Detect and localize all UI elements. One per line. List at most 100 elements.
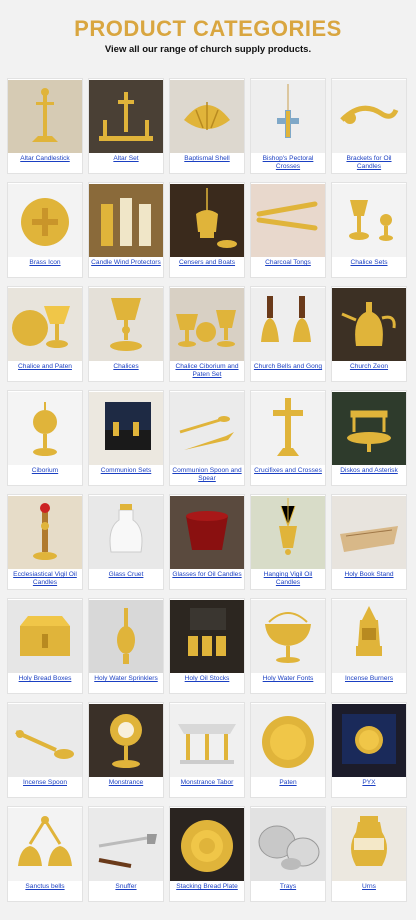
category-card[interactable]: Holy Water Sprinklers — [88, 598, 164, 694]
category-thumbnail[interactable] — [89, 184, 163, 257]
category-thumbnail[interactable] — [8, 704, 82, 777]
category-thumbnail[interactable] — [8, 392, 82, 465]
category-link[interactable]: Chalice Ciborium and Paten Set — [170, 363, 244, 379]
category-card[interactable]: Holy Water Fonts — [250, 598, 326, 694]
category-card[interactable]: Diskos and Asterisk — [331, 390, 407, 486]
category-link[interactable]: Brackets for Oil Candles — [332, 155, 406, 171]
category-link[interactable]: Crucifixes and Crosses — [252, 467, 324, 475]
category-thumbnail[interactable] — [332, 808, 406, 881]
category-link[interactable]: Snuffer — [113, 883, 138, 891]
category-link[interactable]: Paten — [277, 779, 298, 787]
category-card[interactable]: Communion Spoon and Spear — [169, 390, 245, 486]
category-link[interactable]: Church Bells and Gong — [252, 363, 324, 371]
category-thumbnail[interactable] — [8, 288, 82, 361]
category-thumbnail[interactable] — [332, 496, 406, 569]
category-link[interactable]: Holy Bread Boxes — [17, 675, 74, 683]
category-card[interactable]: Chalices — [88, 286, 164, 382]
category-card[interactable]: Ciborium — [7, 390, 83, 486]
category-card[interactable]: Brass Icon — [7, 182, 83, 278]
category-card[interactable]: Trays — [250, 806, 326, 902]
category-card[interactable]: Altar Set — [88, 78, 164, 174]
category-card[interactable]: Crucifixes and Crosses — [250, 390, 326, 486]
category-link[interactable]: Chalices — [111, 363, 140, 371]
category-link[interactable]: Chalice and Paten — [16, 363, 74, 371]
category-link[interactable]: Ecclesiastical Vigil Oil Candles — [8, 571, 82, 587]
category-card[interactable]: Church Bells and Gong — [250, 286, 326, 382]
category-thumbnail[interactable] — [251, 288, 325, 361]
category-thumbnail[interactable] — [89, 600, 163, 673]
category-thumbnail[interactable] — [170, 704, 244, 777]
category-thumbnail[interactable] — [170, 600, 244, 673]
category-card[interactable]: Ecclesiastical Vigil Oil Candles — [7, 494, 83, 590]
category-link[interactable]: Charcoal Tongs — [263, 259, 313, 267]
category-card[interactable]: Church Zeon — [331, 286, 407, 382]
category-thumbnail[interactable] — [332, 392, 406, 465]
category-link[interactable]: Communion Sets — [99, 467, 154, 475]
category-thumbnail[interactable] — [8, 600, 82, 673]
category-card[interactable]: Baptismal Shell — [169, 78, 245, 174]
category-link[interactable]: Holy Water Sprinklers — [92, 675, 160, 683]
category-card[interactable]: Snuffer — [88, 806, 164, 902]
category-link[interactable]: Censers and Boats — [177, 259, 237, 267]
category-card[interactable]: Glasses for Oil Candles — [169, 494, 245, 590]
category-card[interactable]: Hanging Vigil Oil Candles — [250, 494, 326, 590]
category-thumbnail[interactable] — [251, 392, 325, 465]
category-link[interactable]: Trays — [278, 883, 298, 891]
category-thumbnail[interactable] — [8, 496, 82, 569]
category-link[interactable]: Urns — [360, 883, 378, 891]
category-card[interactable]: Candle Wind Protectors — [88, 182, 164, 278]
category-card[interactable]: Communion Sets — [88, 390, 164, 486]
category-thumbnail[interactable] — [89, 80, 163, 153]
category-link[interactable]: PYX — [360, 779, 377, 787]
category-thumbnail[interactable] — [170, 392, 244, 465]
category-thumbnail[interactable] — [332, 600, 406, 673]
category-thumbnail[interactable] — [251, 80, 325, 153]
category-thumbnail[interactable] — [89, 496, 163, 569]
category-thumbnail[interactable] — [170, 288, 244, 361]
category-thumbnail[interactable] — [251, 184, 325, 257]
category-link[interactable]: Glass Cruet — [107, 571, 146, 579]
category-card[interactable]: Monstrance Tabor — [169, 702, 245, 798]
category-link[interactable]: Incense Spoon — [21, 779, 69, 787]
category-link[interactable]: Church Zeon — [348, 363, 390, 371]
category-thumbnail[interactable] — [332, 184, 406, 257]
category-thumbnail[interactable] — [8, 184, 82, 257]
category-link[interactable]: Hanging Vigil Oil Candles — [251, 571, 325, 587]
category-link[interactable]: Sanctus bells — [23, 883, 66, 891]
category-link[interactable]: Holy Water Fonts — [261, 675, 316, 683]
category-link[interactable]: Altar Set — [111, 155, 140, 163]
category-card[interactable]: Chalice Sets — [331, 182, 407, 278]
category-card[interactable]: Chalice Ciborium and Paten Set — [169, 286, 245, 382]
category-link[interactable]: Candle Wind Protectors — [89, 259, 163, 267]
category-link[interactable]: Incense Burners — [343, 675, 395, 683]
category-card[interactable]: Sanctus bells — [7, 806, 83, 902]
category-link[interactable]: Monstrance — [107, 779, 145, 787]
category-link[interactable]: Baptismal Shell — [182, 155, 231, 163]
category-thumbnail[interactable] — [89, 288, 163, 361]
category-card[interactable]: Paten — [250, 702, 326, 798]
category-thumbnail[interactable] — [89, 808, 163, 881]
category-card[interactable]: Altar Candlestick — [7, 78, 83, 174]
category-thumbnail[interactable] — [332, 288, 406, 361]
category-link[interactable]: Ciborium — [30, 467, 60, 475]
category-thumbnail[interactable] — [251, 600, 325, 673]
category-thumbnail[interactable] — [89, 392, 163, 465]
category-card[interactable]: Holy Book Stand — [331, 494, 407, 590]
category-card[interactable]: Urns — [331, 806, 407, 902]
category-card[interactable]: Glass Cruet — [88, 494, 164, 590]
category-thumbnail[interactable] — [8, 80, 82, 153]
category-link[interactable]: Chalice Sets — [348, 259, 389, 267]
category-card[interactable]: Censers and Boats — [169, 182, 245, 278]
category-card[interactable]: Brackets for Oil Candles — [331, 78, 407, 174]
category-card[interactable]: Bishop's Pectoral Crosses — [250, 78, 326, 174]
category-link[interactable]: Holy Book Stand — [342, 571, 395, 579]
category-thumbnail[interactable] — [170, 80, 244, 153]
category-link[interactable]: Monstrance Tabor — [179, 779, 236, 787]
category-link[interactable]: Brass Icon — [27, 259, 62, 267]
category-card[interactable]: Charcoal Tongs — [250, 182, 326, 278]
category-card[interactable]: Stacking Bread Plate — [169, 806, 245, 902]
category-card[interactable]: Holy Bread Boxes — [7, 598, 83, 694]
category-card[interactable]: Holy Oil Stocks — [169, 598, 245, 694]
category-link[interactable]: Bishop's Pectoral Crosses — [251, 155, 325, 171]
category-card[interactable]: Chalice and Paten — [7, 286, 83, 382]
